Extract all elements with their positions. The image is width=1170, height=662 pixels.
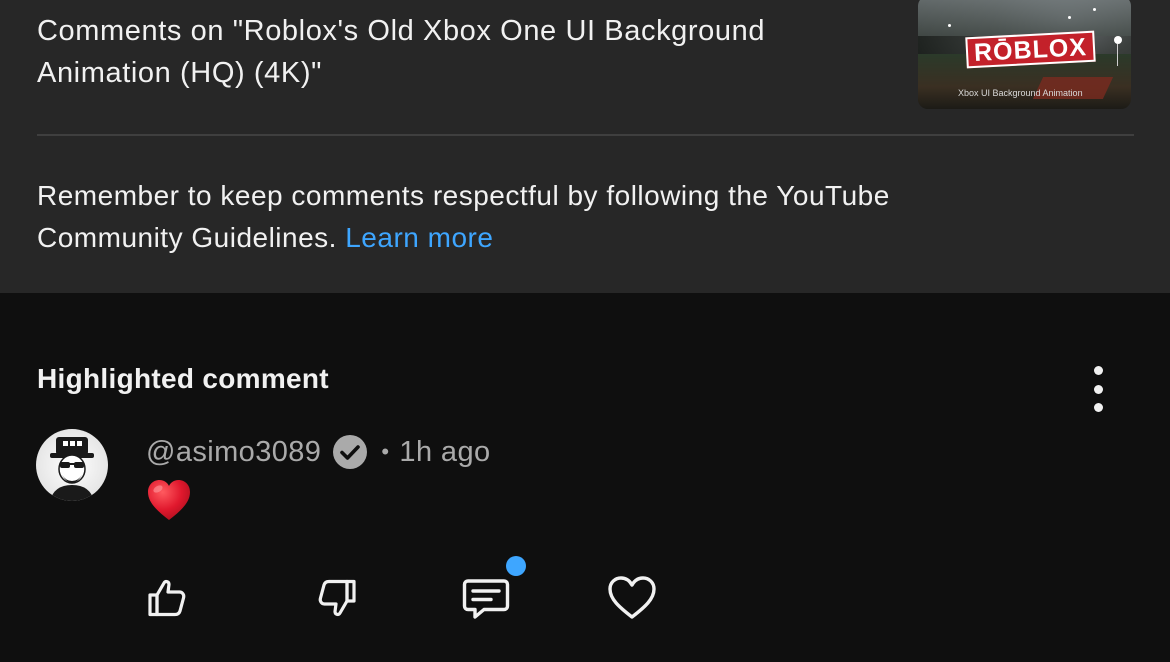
thumb-up-icon xyxy=(148,579,186,617)
thumbnail-sparkle xyxy=(1093,8,1096,11)
avatar[interactable] xyxy=(36,429,108,501)
heart-icon xyxy=(608,576,656,619)
comment-timestamp[interactable]: 1h ago xyxy=(399,436,490,469)
reply-button[interactable] xyxy=(458,570,514,626)
more-vert-icon[interactable] xyxy=(1082,366,1114,412)
video-thumbnail[interactable]: RŌBLOX Xbox UI Background Animation xyxy=(918,0,1131,109)
learn-more-link[interactable]: Learn more xyxy=(345,222,493,253)
verified-badge-icon xyxy=(333,435,368,469)
header-divider xyxy=(37,134,1134,136)
comments-title: Comments on "Roblox's Old Xbox One UI Ba… xyxy=(37,15,766,89)
thumbnail-caption: Xbox UI Background Animation xyxy=(958,88,1083,98)
heart-button[interactable] xyxy=(604,570,660,626)
red-heart-emoji xyxy=(146,478,196,528)
thumb-down-icon xyxy=(318,579,356,617)
comment-author[interactable]: @asimo3089 xyxy=(146,436,321,469)
highlighted-comment-heading: Highlighted comment xyxy=(37,363,329,394)
reply-icon xyxy=(462,579,510,619)
menu-dot xyxy=(1093,366,1103,375)
meta-separator: • xyxy=(381,439,390,464)
thumbnail-sparkle xyxy=(1068,16,1071,19)
community-guidelines-notice: Remember to keep comments respectful by … xyxy=(37,175,1037,259)
avatar-illustration xyxy=(50,437,94,501)
comment-meta: @asimo3089 • 1h ago xyxy=(146,430,491,474)
thumbnail-sky xyxy=(918,0,1131,36)
menu-dot xyxy=(1093,384,1103,394)
comments-header-panel: Comments on "Roblox's Old Xbox One UI Ba… xyxy=(0,0,1170,293)
thumbnail-balloon-string xyxy=(1117,44,1118,66)
dislike-button[interactable] xyxy=(308,570,364,626)
thumbnail-balloon xyxy=(1114,36,1122,44)
thumbnail-sparkle xyxy=(948,24,951,27)
notification-dot xyxy=(506,556,526,576)
like-button[interactable] xyxy=(140,570,196,626)
menu-dot xyxy=(1093,403,1103,412)
